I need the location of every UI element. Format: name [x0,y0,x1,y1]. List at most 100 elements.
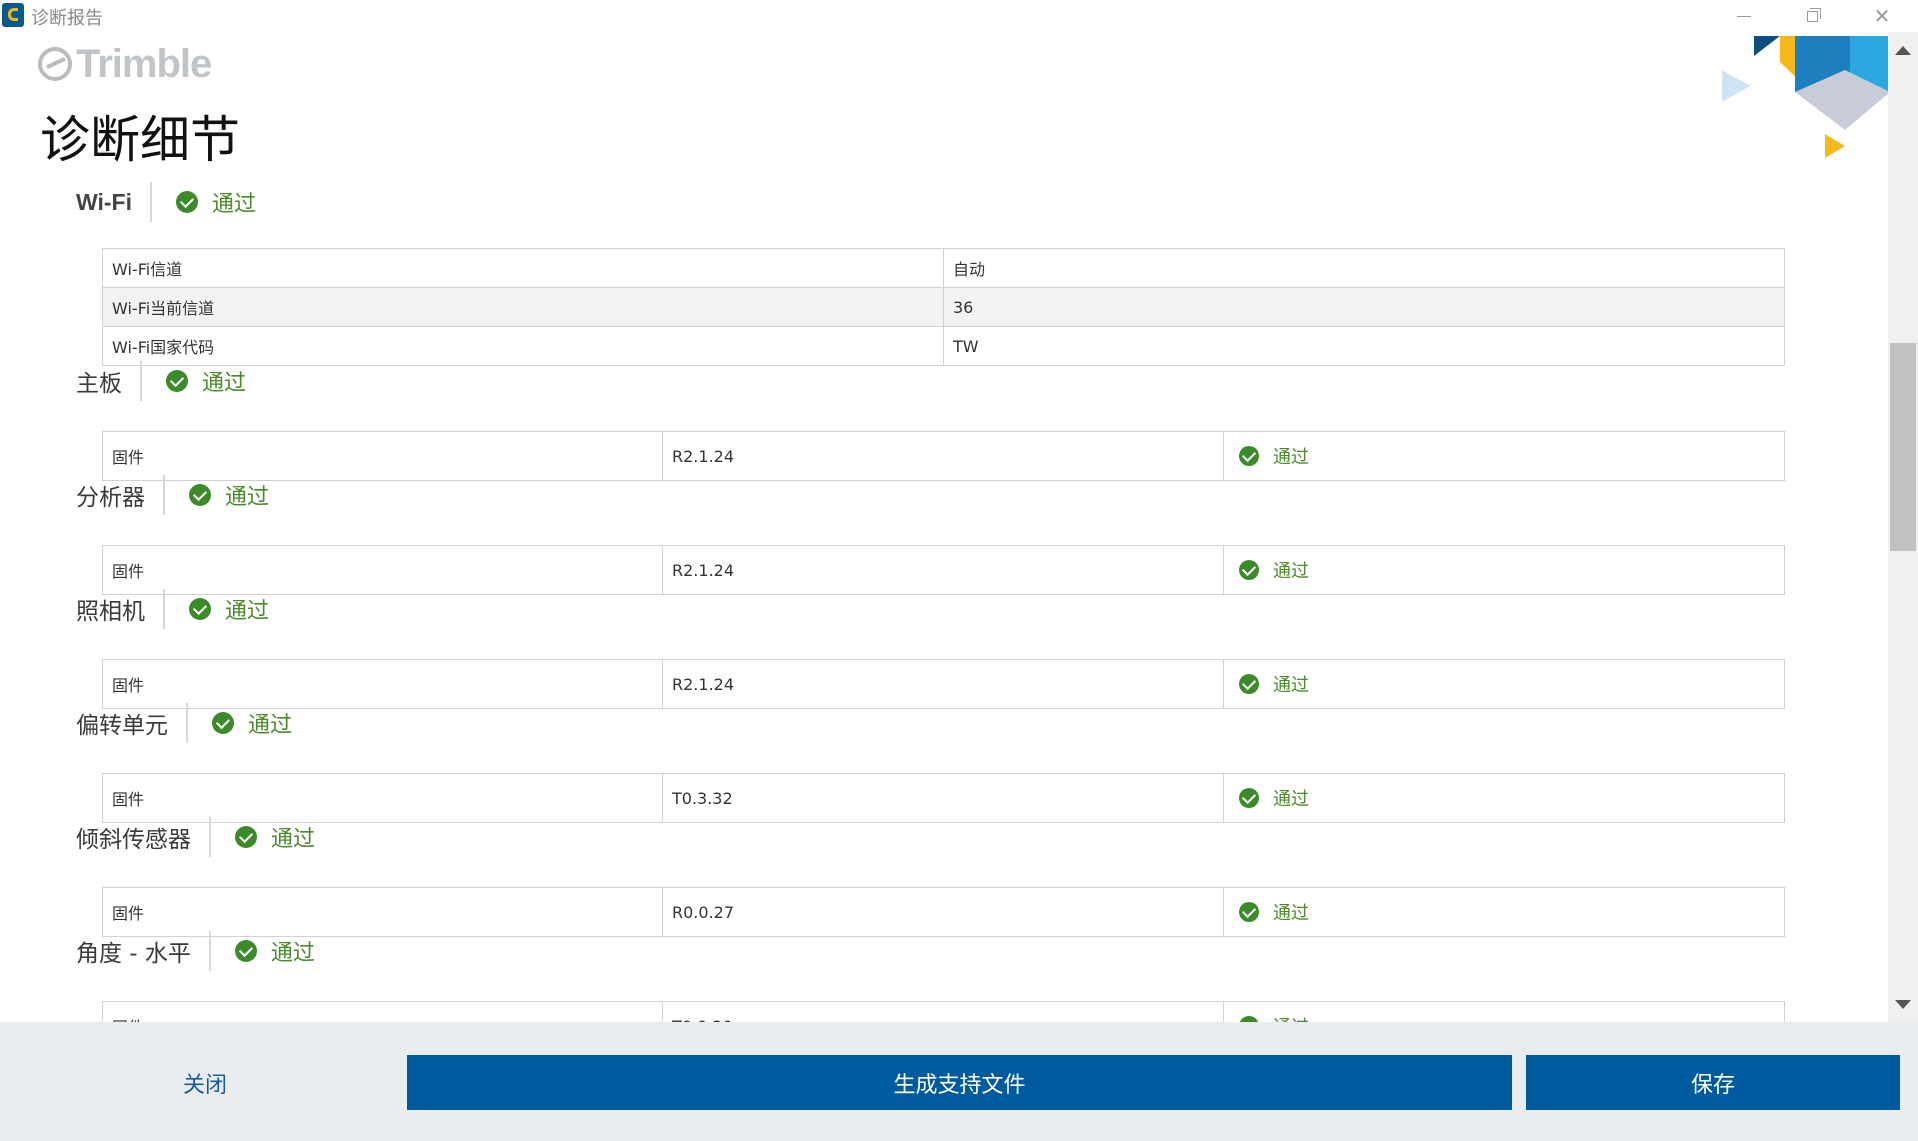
firmware-table: 固件 T0.3.32 通过 [102,773,1785,823]
check-circle-icon [1239,674,1259,694]
row-value: R2.1.24 [662,545,1224,595]
status-text: 通过 [212,192,257,217]
status-text: 通过 [271,827,316,852]
firmware-table: 固件 R2.1.24 通过 [102,431,1785,481]
row-status: 通过 [1223,1001,1785,1022]
check-circle-icon [1239,446,1259,466]
divider [163,589,165,629]
check-circle-icon [234,940,257,962]
app-icon [2,3,24,27]
status-text: 通过 [1273,903,1309,924]
check-circle-icon [212,712,234,734]
row-value: T0.3.32 [662,773,1224,823]
status-text: 通过 [225,599,270,624]
row-status: 通过 [1223,773,1785,823]
check-circle-icon [166,370,188,392]
table-row: 固件 R2.1.24 通过 [102,545,1785,595]
status-text: 通过 [248,713,293,738]
row-label: 固件 [102,773,663,823]
section-title: 角度 - 水平 [76,941,191,967]
row-label: Wi-Fi国家代码 [102,326,944,366]
row-value: 36 [943,287,1785,327]
close-window-button[interactable]: ✕ [1852,2,1912,30]
row-label: 固件 [102,431,663,481]
minimize-button[interactable] [1714,2,1774,30]
row-label: 固件 [102,1001,663,1022]
check-circle-icon [1239,902,1259,922]
firmware-table: 固件 R2.1.24 通过 [102,659,1785,709]
check-circle-icon [189,598,211,620]
table-row: Wi-Fi国家代码 TW [102,326,1785,366]
scroll-thumb[interactable] [1890,343,1916,551]
firmware-table: 固件 T0.0.20 通过 [102,1001,1785,1022]
status-text: 通过 [1273,561,1309,582]
row-status: 通过 [1223,545,1785,595]
row-status: 通过 [1223,887,1785,937]
section-header: 倾斜传感器 通过 [76,817,315,857]
title-bar: 诊断报告 ✕ [0,0,1918,32]
firmware-table: 固件 R2.1.24 通过 [102,545,1785,595]
section-title: 主板 [76,371,122,397]
close-icon: ✕ [1873,4,1891,28]
decorative-graphic [1722,36,1888,158]
status-text: 通过 [225,485,270,510]
close-button[interactable]: 关闭 [60,1055,350,1110]
section-header: 主板 通过 [76,361,246,401]
section-header: 照相机 通过 [76,589,269,629]
maximize-button[interactable] [1782,2,1842,30]
divider [163,475,165,515]
check-circle-icon [235,826,257,848]
divider [208,931,211,971]
divider [140,361,142,401]
section-title: 分析器 [76,485,145,511]
scroll-up-arrow-icon[interactable] [1895,46,1911,55]
save-button[interactable]: 保存 [1526,1055,1900,1110]
status-text: 通过 [1273,1013,1309,1022]
table-row: 固件 R2.1.24 通过 [102,431,1785,481]
status-text: 通过 [1273,447,1309,468]
vertical-scrollbar[interactable] [1888,32,1918,1022]
generate-support-file-button[interactable]: 生成支持文件 [407,1055,1512,1110]
section-title: Wi-Fi [76,188,132,215]
status-text: 通过 [270,941,315,966]
row-label: 固件 [102,545,663,595]
scroll-down-arrow-icon[interactable] [1895,1000,1911,1009]
section-header: Wi-Fi 通过 [76,182,256,222]
row-label: 固件 [102,659,663,709]
page-title: 诊断细节 [40,111,240,169]
diagnostics-content: Trimble 诊断细节 Wi-Fi 通过 Wi-Fi信道 自动 Wi-Fi当前… [0,32,1888,1022]
row-value: R2.1.24 [662,431,1224,481]
check-circle-icon [189,484,211,506]
wifi-table: Wi-Fi信道 自动 Wi-Fi当前信道 36 Wi-Fi国家代码 TW [102,248,1785,366]
row-value: R2.1.24 [662,659,1224,709]
row-status: 通过 [1223,659,1785,709]
row-label: Wi-Fi当前信道 [102,287,944,327]
row-status: 通过 [1223,431,1785,481]
table-row: 固件 R2.1.24 通过 [102,659,1785,709]
row-value: TW [943,326,1785,366]
window-title: 诊断报告 [31,8,103,29]
divider [150,182,152,222]
table-row: 固件 R0.0.27 通过 [102,887,1785,937]
section-header: 分析器 通过 [76,475,269,515]
status-text: 通过 [1273,675,1309,696]
status-text: 通过 [1273,789,1309,810]
footer-bar: 关闭 生成支持文件 保存 [0,1022,1918,1141]
table-row: Wi-Fi信道 自动 [102,248,1785,288]
row-value: T0.0.20 [662,1001,1224,1022]
status-text: 通过 [202,371,247,396]
table-row: 固件 T0.3.32 通过 [102,773,1785,823]
section-title: 照相机 [76,599,145,625]
section-title: 倾斜传感器 [76,827,191,853]
table-row: 固件 T0.0.20 通过 [102,1001,1785,1022]
check-circle-icon [176,191,198,213]
trimble-logo: Trimble [38,42,212,86]
row-label: 固件 [102,887,663,937]
check-circle-icon [1239,560,1259,580]
row-value: 自动 [943,248,1785,288]
check-circle-icon [1239,788,1259,808]
globe-icon [38,47,72,81]
table-row: Wi-Fi当前信道 36 [102,287,1785,327]
row-label: Wi-Fi信道 [102,248,944,288]
section-header: 偏转单元 通过 [76,703,292,743]
